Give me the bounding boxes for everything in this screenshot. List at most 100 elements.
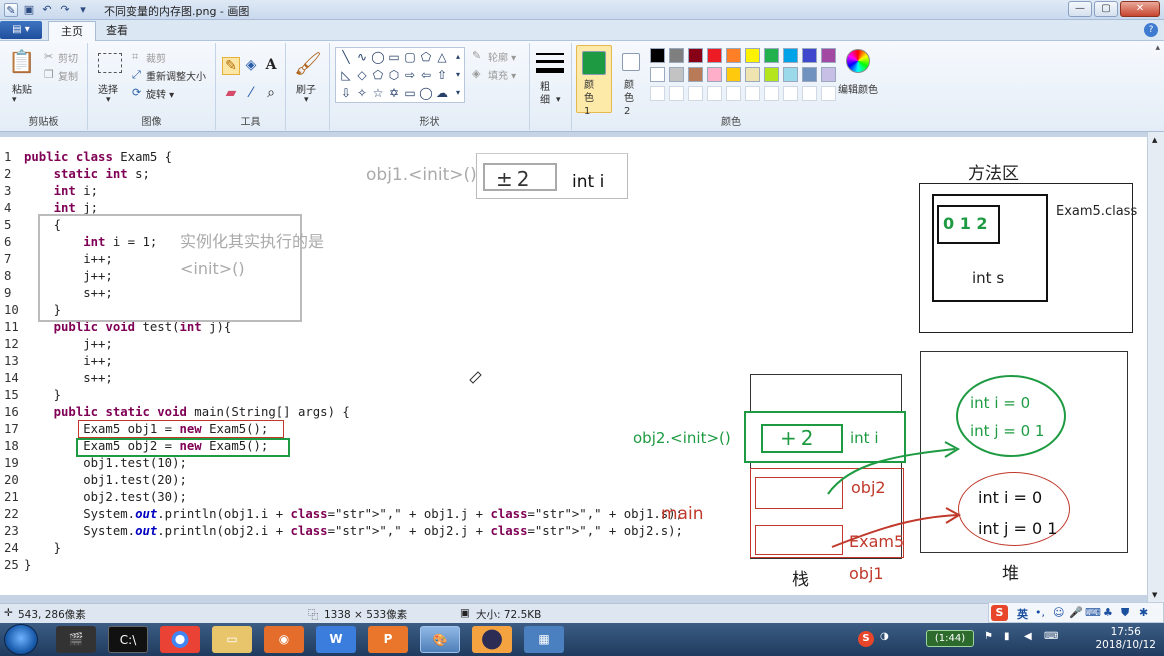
scroll-up-icon[interactable]: ▲: [1152, 136, 1157, 144]
paste-button[interactable]: 粘贴: [12, 81, 32, 96]
palette-swatch[interactable]: [802, 48, 817, 63]
custom-color-slot[interactable]: [802, 86, 817, 101]
save-icon[interactable]: ▣: [22, 3, 36, 17]
pencil-icon[interactable]: ✎: [222, 57, 240, 75]
minimize-button[interactable]: —: [1068, 1, 1092, 17]
palette-swatch[interactable]: [802, 67, 817, 82]
undo-icon[interactable]: ↶: [40, 3, 54, 17]
ime-punct-icon[interactable]: •,: [1035, 606, 1045, 619]
pentagon-shape-icon[interactable]: ⬠: [370, 67, 386, 83]
four-point-star-shape-icon[interactable]: ✧: [354, 85, 370, 101]
hexagon-shape-icon[interactable]: ⬡: [386, 67, 402, 83]
customize-dropdown-icon[interactable]: ▾: [76, 3, 90, 17]
custom-color-slot[interactable]: [745, 86, 760, 101]
file-menu-button[interactable]: ▤ ▾: [0, 21, 42, 39]
palette-swatch[interactable]: [669, 67, 684, 82]
five-point-star-shape-icon[interactable]: ☆: [370, 85, 386, 101]
custom-color-slot[interactable]: [688, 86, 703, 101]
ime-keyboard-icon[interactable]: ⌨: [1085, 606, 1101, 619]
custom-color-slot[interactable]: [707, 86, 722, 101]
ime-mode-label[interactable]: 英: [1017, 606, 1028, 622]
ribbon-collapse-icon[interactable]: ▴: [1155, 43, 1160, 53]
paint-app-taskbar-icon[interactable]: 🎨: [420, 626, 460, 653]
palette-swatch[interactable]: [783, 67, 798, 82]
palette-swatch[interactable]: [669, 48, 684, 63]
rounded-rect-shape-icon[interactable]: ▢: [402, 49, 418, 65]
line-shape-icon[interactable]: ╲: [338, 49, 354, 65]
left-arrow-shape-icon[interactable]: ⇦: [418, 67, 434, 83]
oval-callout-shape-icon[interactable]: ◯: [418, 85, 434, 101]
firefox-app-icon[interactable]: ◉: [264, 626, 304, 653]
eclipse-app-icon[interactable]: [472, 626, 512, 653]
select-dropdown-icon[interactable]: ▾: [106, 95, 111, 105]
palette-swatch[interactable]: [650, 48, 665, 63]
palette-swatch[interactable]: [821, 67, 836, 82]
vertical-scrollbar[interactable]: ▲ ▼: [1147, 132, 1164, 603]
diamond-shape-icon[interactable]: ◇: [354, 67, 370, 83]
ime-emoji-icon[interactable]: ☺: [1053, 606, 1064, 619]
palette-swatch[interactable]: [688, 67, 703, 82]
palette-swatch[interactable]: [688, 48, 703, 63]
tab-view[interactable]: 查看: [94, 21, 140, 41]
crop-button[interactable]: 裁剪: [146, 50, 166, 65]
edit-colors-button[interactable]: 编辑颜色: [838, 81, 878, 96]
palette-swatch[interactable]: [650, 67, 665, 82]
palette-swatch[interactable]: [726, 48, 741, 63]
shapes-scroll-down-icon[interactable]: ▾: [450, 67, 466, 83]
palette-swatch[interactable]: [764, 67, 779, 82]
triangle-shape-icon[interactable]: △: [434, 49, 450, 65]
shapes-expand-icon[interactable]: ▾: [450, 85, 466, 101]
volume-tray-icon[interactable]: ◀: [1024, 631, 1032, 642]
chrome-app-icon[interactable]: [160, 626, 200, 653]
sogou-ime-icon[interactable]: S: [991, 605, 1008, 621]
callout-shape-icon[interactable]: ▭: [402, 85, 418, 101]
help-icon[interactable]: ?: [1144, 23, 1158, 37]
polygon-shape-icon[interactable]: ⬠: [418, 49, 434, 65]
magnifier-icon[interactable]: ⌕: [262, 85, 280, 103]
custom-color-slot[interactable]: [650, 86, 665, 101]
close-button[interactable]: ✕: [1120, 1, 1160, 17]
word-app-icon[interactable]: W: [316, 626, 356, 653]
custom-color-slot[interactable]: [669, 86, 684, 101]
ime-skin-icon[interactable]: ♣: [1103, 606, 1113, 619]
custom-color-slot[interactable]: [726, 86, 741, 101]
paste-dropdown-icon[interactable]: ▾: [12, 95, 17, 105]
resize-button[interactable]: 重新调整大小: [146, 68, 206, 83]
ime-voice-icon[interactable]: 🎤: [1069, 606, 1083, 619]
up-arrow-shape-icon[interactable]: ⇧: [434, 67, 450, 83]
six-point-star-shape-icon[interactable]: ✡: [386, 85, 402, 101]
color-picker-icon[interactable]: ⁄: [242, 85, 260, 103]
palette-swatch[interactable]: [726, 67, 741, 82]
battery-indicator[interactable]: (1:44): [926, 630, 974, 647]
explorer-app-icon[interactable]: ▭: [212, 626, 252, 653]
palette-swatch[interactable]: [745, 48, 760, 63]
tab-home[interactable]: 主页: [48, 21, 96, 41]
color2-swatch[interactable]: [622, 53, 640, 71]
palette-swatch[interactable]: [783, 48, 798, 63]
palette-swatch[interactable]: [821, 48, 836, 63]
copy-button[interactable]: 复制: [58, 68, 78, 83]
rectangle-shape-icon[interactable]: ▭: [386, 49, 402, 65]
fill-button[interactable]: 填充 ▾: [488, 67, 516, 82]
oval-shape-icon[interactable]: ◯: [370, 49, 386, 65]
select-button[interactable]: 选择: [98, 81, 118, 96]
down-arrow-shape-icon[interactable]: ⇩: [338, 85, 354, 101]
palette-swatch[interactable]: [707, 67, 722, 82]
flag-tray-icon[interactable]: ⚑: [984, 631, 993, 642]
scroll-down-icon[interactable]: ▼: [1152, 591, 1157, 599]
paste-icon[interactable]: 📋: [8, 49, 36, 77]
text-tool-icon[interactable]: A: [262, 57, 280, 75]
brush-dropdown-icon[interactable]: ▾: [304, 95, 309, 105]
edit-colors-icon[interactable]: [846, 49, 870, 73]
tray-icon-2[interactable]: ◑: [880, 631, 889, 642]
palette-swatch[interactable]: [707, 48, 722, 63]
brush-button[interactable]: 刷子: [296, 81, 316, 96]
shapes-scroll-up-icon[interactable]: ▴: [450, 49, 466, 65]
powerpoint-app-icon[interactable]: P: [368, 626, 408, 653]
system-clock[interactable]: 17:56 2018/10/12: [1095, 626, 1156, 652]
custom-color-slot[interactable]: [821, 86, 836, 101]
curve-shape-icon[interactable]: ∿: [354, 49, 370, 65]
rotate-button[interactable]: 旋转 ▾: [146, 86, 174, 101]
fill-bucket-icon[interactable]: ◈: [242, 57, 260, 75]
cut-button[interactable]: 剪切: [58, 50, 78, 65]
